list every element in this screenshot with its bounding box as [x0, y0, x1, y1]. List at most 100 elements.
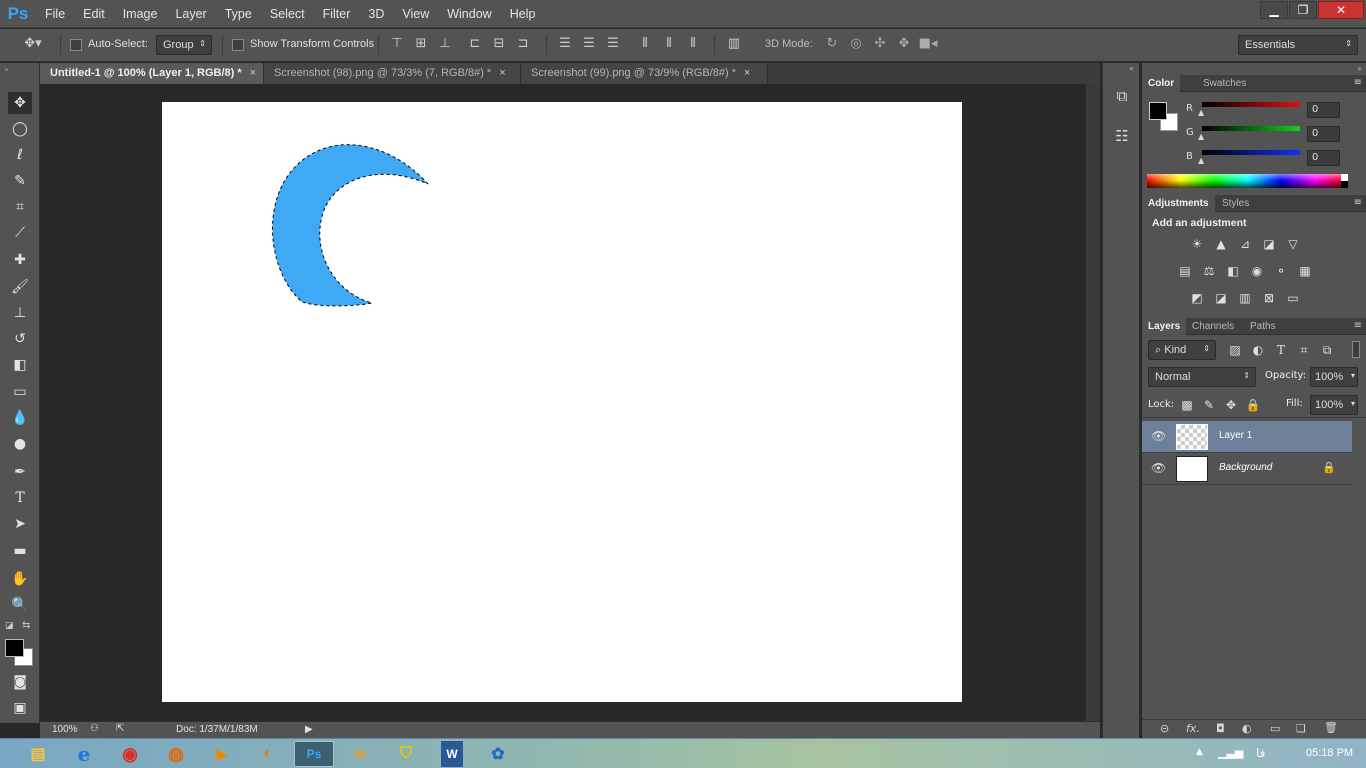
photoshop-taskbar-icon[interactable]: Ps [294, 741, 334, 767]
clock[interactable]: 05:18 PM [1306, 747, 1353, 759]
firefox-icon[interactable]: ◍ [156, 741, 196, 767]
red-slider[interactable] [1202, 102, 1300, 107]
layer-row-layer-1[interactable]: 👁 Layer 1 [1142, 421, 1352, 453]
dodge-tool-icon[interactable]: ● [8, 433, 32, 455]
distribute-left-icon[interactable]: ⫴ [636, 36, 654, 51]
tab-swatches[interactable]: Swatches [1197, 75, 1252, 92]
quick-mask-icon[interactable]: ◙ [8, 671, 32, 693]
eyedropper-tool-icon[interactable]: ⟋ [8, 222, 32, 244]
close-window-button[interactable]: ✕ [1318, 1, 1364, 19]
align-hcenter-icon[interactable]: ⊟ [490, 36, 508, 51]
status-menu-arrow-icon[interactable]: ▶ [305, 724, 313, 735]
workspace-dropdown[interactable]: Essentials ⇕ [1238, 35, 1358, 55]
gradient-map-icon[interactable]: ▭ [1284, 290, 1302, 306]
illustrator-icon[interactable]: Ai [340, 741, 380, 767]
close-icon[interactable]: × [250, 67, 256, 79]
filter-pixel-icon[interactable]: ▨ [1226, 342, 1244, 358]
layer-name[interactable]: Layer 1 [1219, 430, 1252, 441]
menu-view[interactable]: View [393, 7, 438, 21]
posterize-icon[interactable]: ◪ [1212, 290, 1230, 306]
menu-filter[interactable]: Filter [314, 7, 360, 21]
zoom-tool-icon[interactable]: 🔍 [8, 594, 32, 616]
link-icon[interactable]: ⊝ [1160, 722, 1169, 735]
input-language[interactable]: فا [1256, 746, 1265, 760]
menu-select[interactable]: Select [261, 7, 314, 21]
distribute-hcenter-icon[interactable]: ⫴ [660, 36, 678, 51]
mask-icon[interactable]: ◘ [1216, 722, 1225, 735]
filter-adjustment-icon[interactable]: ◐ [1249, 342, 1267, 358]
selective-color-icon[interactable]: ⊠ [1260, 290, 1278, 306]
lock-transparent-icon[interactable]: ▩ [1178, 397, 1196, 413]
curves-icon[interactable]: ⊿ [1236, 236, 1254, 252]
type-tool-icon[interactable]: T [8, 487, 32, 509]
menu-type[interactable]: Type [216, 7, 261, 21]
slider-handle-icon[interactable]: ▲ [1198, 156, 1204, 165]
properties-panel-icon[interactable]: ☷ [1111, 127, 1133, 149]
quick-select-tool-icon[interactable]: ✎ [8, 170, 32, 192]
vibrance-icon[interactable]: ▽ [1284, 236, 1302, 252]
path-select-tool-icon[interactable]: ➤ [8, 513, 32, 535]
show-transform-checkbox[interactable] [232, 39, 244, 51]
channel-mixer-icon[interactable]: ⚬ [1272, 263, 1290, 279]
move-tool-preset-icon[interactable]: ✥▾ [20, 36, 46, 51]
red-value-field[interactable]: 0 [1307, 102, 1340, 118]
close-icon[interactable]: × [744, 67, 750, 79]
tab-adjustments[interactable]: Adjustments [1142, 195, 1215, 212]
spectrum-black-swatch[interactable] [1341, 181, 1348, 188]
slider-handle-icon[interactable]: ▲ [1198, 132, 1204, 141]
3d-slide-icon[interactable]: ✥ [894, 36, 914, 51]
align-vcenter-icon[interactable]: ⊞ [412, 36, 430, 51]
tray-arrow-icon[interactable]: ▲ [1196, 747, 1203, 757]
auto-select-dropdown[interactable]: Group ⇕ [156, 35, 212, 55]
exposure-icon[interactable]: ◪ [1260, 236, 1278, 252]
gradient-tool-icon[interactable]: ▭ [8, 381, 32, 403]
filter-shape-icon[interactable]: ⌗ [1295, 342, 1313, 358]
3d-scale-icon[interactable]: ■◂ [918, 36, 938, 51]
status-preview-icon[interactable]: ⚇ [90, 723, 99, 734]
collapse-icon[interactable]: » [4, 65, 9, 74]
brush-tool-icon[interactable]: 🖌 [8, 276, 32, 298]
tab-channels[interactable]: Channels [1186, 318, 1240, 335]
auto-select-checkbox[interactable] [70, 39, 82, 51]
swap-colors-icon[interactable]: ⇆ [22, 620, 30, 631]
screen-mode-icon[interactable]: ▣ [8, 697, 32, 719]
menu-window[interactable]: Window [438, 7, 500, 21]
crop-tool-icon[interactable]: ⌗ [8, 196, 32, 218]
menu-image[interactable]: Image [114, 7, 167, 21]
eye-icon[interactable]: 👁 [1151, 461, 1166, 475]
adjustment-icon[interactable]: ◐ [1242, 722, 1252, 735]
pen-tool-icon[interactable]: ✒ [8, 461, 32, 483]
menu-help[interactable]: Help [501, 7, 545, 21]
eraser-tool-icon[interactable]: ◧ [8, 354, 32, 376]
explorer-icon[interactable]: ▤ [18, 741, 58, 767]
fill-field[interactable]: 100% ▾ [1310, 395, 1358, 415]
panel-menu-icon[interactable]: ≡ [1354, 197, 1362, 208]
distribute-top-icon[interactable]: ☰ [556, 36, 574, 51]
slider-handle-icon[interactable]: ▲ [1198, 108, 1204, 117]
minimize-button[interactable]: ▁ [1260, 1, 1288, 19]
filter-type-icon[interactable]: T [1272, 342, 1290, 358]
tab-layers[interactable]: Layers [1142, 318, 1187, 335]
color-lookup-icon[interactable]: ▦ [1296, 263, 1314, 279]
blender-icon[interactable]: ◐ [248, 741, 288, 767]
threshold-icon[interactable]: ▥ [1236, 290, 1254, 306]
trash-icon[interactable]: 🗑 [1324, 721, 1338, 734]
marquee-tool-icon[interactable]: ◯ [8, 118, 32, 140]
filter-smart-object-icon[interactable]: ⧉ [1318, 342, 1336, 358]
folder-icon[interactable]: ▭ [1270, 722, 1280, 735]
hue-saturation-icon[interactable]: ▤ [1176, 263, 1194, 279]
distribute-right-icon[interactable]: ⫴ [684, 36, 702, 51]
blue-slider[interactable] [1202, 150, 1300, 155]
history-panel-icon[interactable]: ⧉ [1111, 87, 1133, 109]
default-colors-icon[interactable]: ◪ [5, 621, 14, 631]
filter-toggle[interactable] [1352, 341, 1360, 358]
panel-menu-icon[interactable]: ≡ [1354, 77, 1362, 88]
ie-icon[interactable]: e [64, 741, 104, 767]
menu-layer[interactable]: Layer [166, 7, 215, 21]
color-foreground-swatch[interactable] [1149, 102, 1167, 120]
align-left-icon[interactable]: ⊏ [466, 36, 484, 51]
collapse-icon[interactable]: » [1357, 64, 1362, 73]
auto-align-icon[interactable]: ▥ [724, 36, 744, 51]
eye-icon[interactable]: 👁 [1151, 429, 1166, 443]
menu-file[interactable]: File [36, 7, 74, 21]
